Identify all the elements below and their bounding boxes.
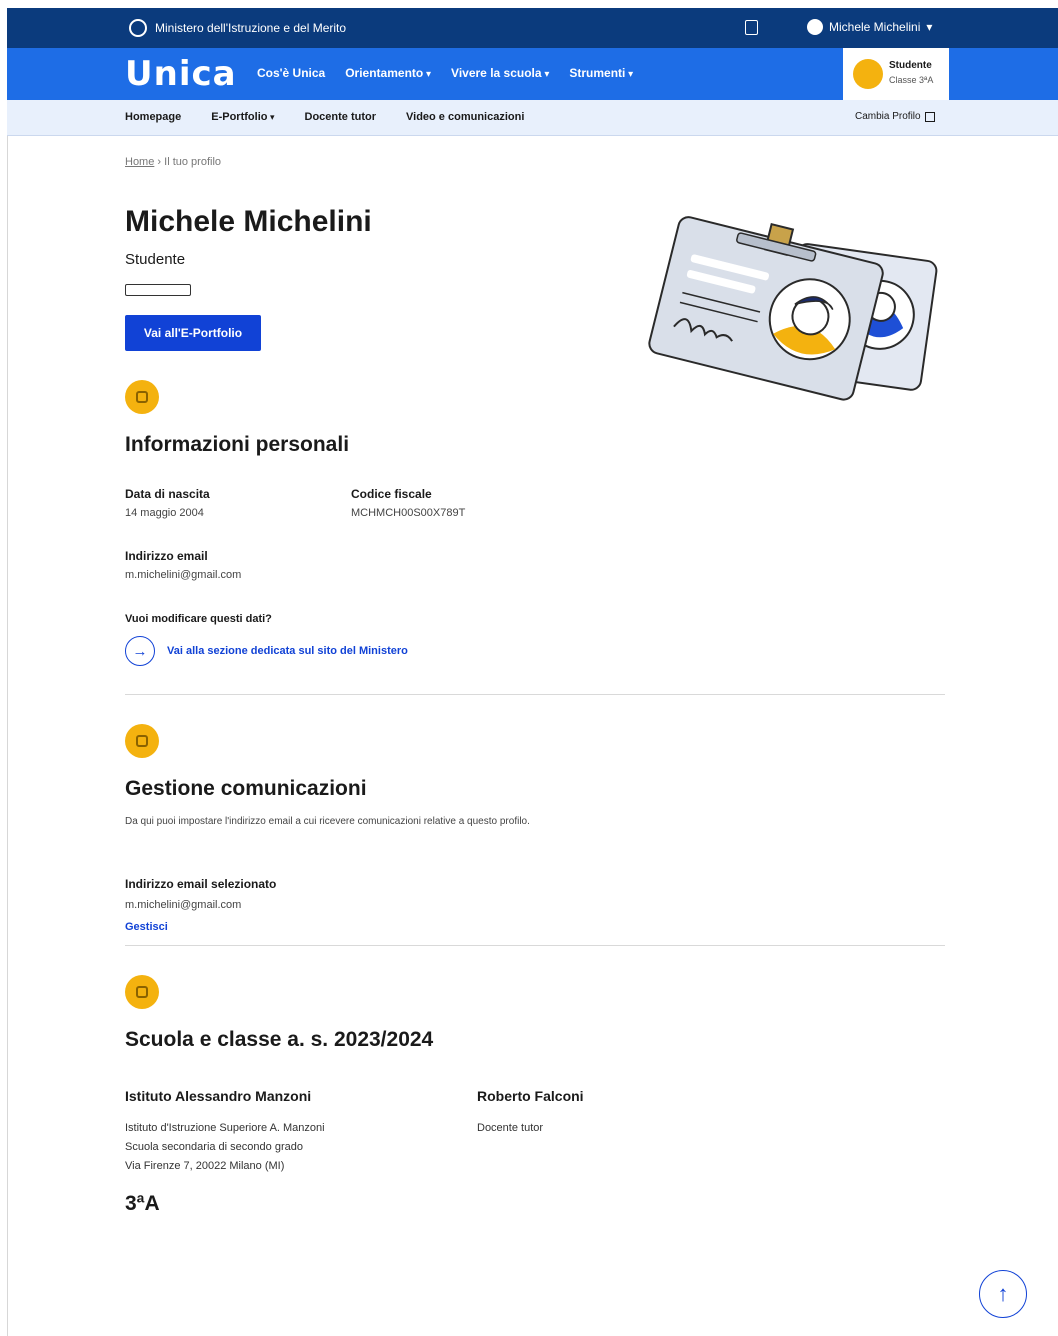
subnav-eportfolio[interactable]: E-Portfolio [211, 111, 274, 123]
ministry-name: Ministero dell'Istruzione e del Merito [155, 21, 347, 35]
nav-item-vivere-la-scuola[interactable]: Vivere la scuola [451, 66, 549, 80]
ministry-link[interactable]: Ministero dell'Istruzione e del Merito [129, 19, 346, 37]
breadcrumb-home[interactable]: Home [125, 156, 154, 168]
avatar [853, 59, 883, 89]
school-type: Scuola secondaria di secondo grado [125, 1141, 303, 1153]
email-value: m.michelini@gmail.com [125, 569, 242, 581]
birth-date-value: 14 maggio 2004 [125, 507, 204, 519]
subnav-video-comunicazioni[interactable]: Video e comunicazioni [406, 111, 524, 123]
school-icon [125, 975, 159, 1009]
user-name: Michele Michelini [829, 20, 921, 34]
tutor-role: Docente tutor [477, 1122, 544, 1134]
change-profile-link[interactable]: Cambia Profilo [855, 111, 935, 122]
selected-email-label: Indirizzo email selezionato [125, 877, 277, 891]
profile-switcher[interactable]: Studente Classe 3ªA [843, 48, 949, 100]
breadcrumb: Home › Il tuo profilo [125, 156, 221, 168]
chevron-down-icon: ▾ [926, 20, 933, 34]
email-label: Indirizzo email [125, 549, 208, 563]
ministry-bar: Ministero dell'Istruzione e del Merito M… [7, 8, 1058, 48]
section-title-school: Scuola e classe a. s. 2023/2024 [125, 1028, 434, 1051]
tutor-name: Roberto Falconi [477, 1088, 584, 1104]
tax-code-value: MCHMCH00S00X789T [351, 507, 466, 519]
page-title: Michele Michelini [125, 205, 372, 238]
school-address: Via Firenze 7, 20022 Milano (MI) [125, 1160, 285, 1172]
school-full-name: Istituto d'Istruzione Superiore A. Manzo… [125, 1122, 325, 1134]
sub-nav: Homepage E-Portfolio Docente tutor Video… [7, 100, 1058, 136]
subnav-docente-tutor[interactable]: Docente tutor [305, 111, 377, 123]
ministry-seal-icon [129, 19, 147, 37]
nav-item-strumenti[interactable]: Strumenti [569, 66, 633, 80]
subnav-homepage[interactable]: Homepage [125, 111, 181, 123]
divider [125, 945, 945, 946]
section-title-communications: Gestione comunicazioni [125, 777, 367, 800]
id-cards-illustration [648, 216, 938, 401]
user-menu[interactable]: Michele Michelini ▾ [807, 19, 932, 35]
user-icon [807, 19, 823, 35]
brand-bar: Unica Cos'è Unica Orientamento Vivere la… [7, 48, 1058, 100]
personal-info-icon [125, 380, 159, 414]
divider [125, 694, 945, 695]
change-profile-label: Cambia Profilo [855, 111, 921, 122]
edit-question: Vuoi modificare questi dati? [125, 613, 272, 625]
eportfolio-button[interactable]: Vai all'E-Portfolio [125, 315, 261, 351]
school-name: Istituto Alessandro Manzoni [125, 1088, 312, 1104]
accessibility-icon[interactable] [745, 20, 758, 35]
main-nav: Cos'è Unica Orientamento Vivere la scuol… [257, 66, 633, 80]
back-to-top-button[interactable]: ↑ [979, 1270, 1027, 1318]
arrow-up-icon: ↑ [997, 1281, 1009, 1306]
section-title-personal: Informazioni personali [125, 433, 350, 456]
profile-role-label: Studente [125, 251, 186, 268]
profile-badge [125, 284, 191, 296]
breadcrumb-current: Il tuo profilo [164, 156, 222, 168]
communications-icon [125, 724, 159, 758]
communications-description: Da qui puoi impostare l'indirizzo email … [125, 816, 530, 827]
class-name: 3ªA [125, 1192, 160, 1215]
switch-icon [924, 111, 935, 122]
profile-role: Studente [889, 60, 932, 71]
ministry-section-link[interactable]: Vai alla sezione dedicata sul sito del M… [167, 645, 408, 657]
unica-logo[interactable]: Unica [125, 54, 237, 94]
birth-date-label: Data di nascita [125, 487, 210, 501]
profile-class: Classe 3ªA [889, 75, 934, 85]
tax-code-label: Codice fiscale [351, 487, 432, 501]
manage-link[interactable]: Gestisci [125, 921, 168, 933]
arrow-right-icon[interactable]: → [125, 636, 155, 666]
nav-item-cose-unica[interactable]: Cos'è Unica [257, 66, 325, 80]
selected-email-value: m.michelini@gmail.com [125, 899, 242, 911]
nav-item-orientamento[interactable]: Orientamento [345, 66, 431, 80]
